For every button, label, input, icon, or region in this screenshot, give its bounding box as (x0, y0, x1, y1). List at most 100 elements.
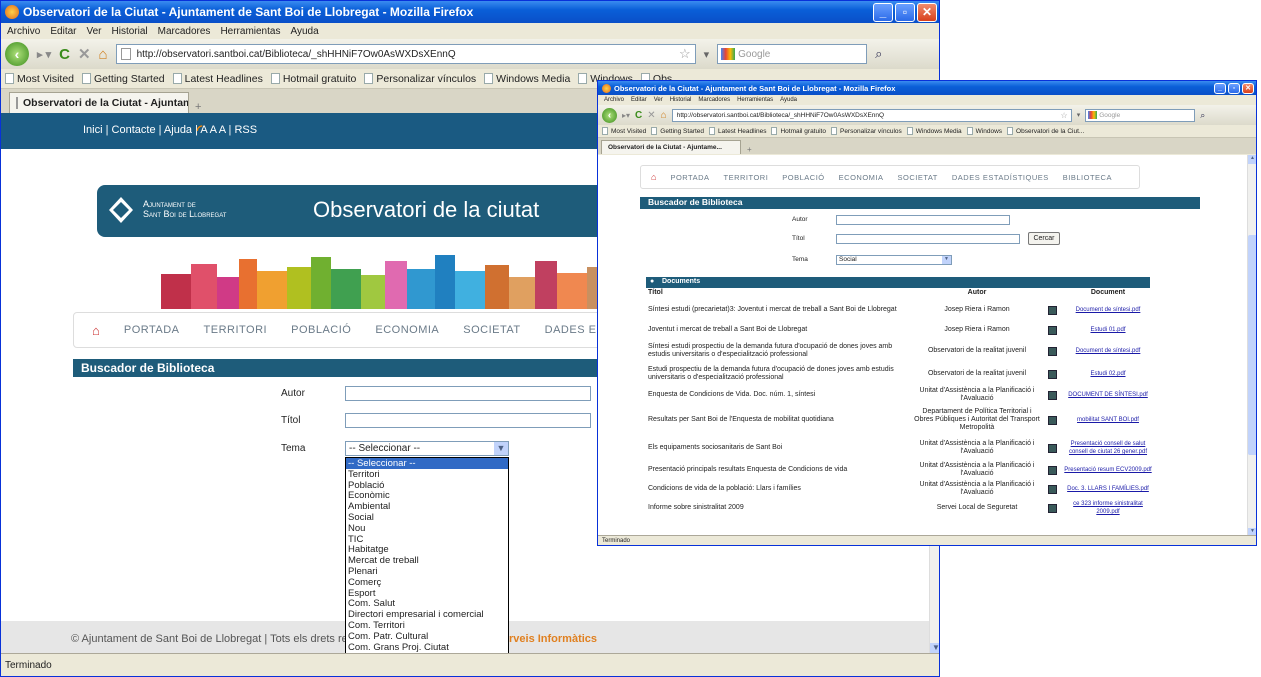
tab-observatori-front[interactable]: Observatori de la Ciutat - Ajuntame... (601, 140, 741, 154)
nav-economia[interactable]: ECONOMIA (375, 324, 439, 336)
save-disk-icon[interactable] (1042, 484, 1062, 494)
menu-item[interactable]: Ayuda (780, 97, 797, 103)
new-tab-button[interactable]: + (189, 101, 207, 113)
dropdown-option[interactable]: Com. Salut (346, 598, 508, 609)
menu-item[interactable]: Marcadores (698, 97, 730, 103)
cercar-button[interactable]: Cercar (1028, 232, 1060, 245)
dropdown-option[interactable]: Directori empresarial i comercial (346, 609, 508, 620)
menu-item[interactable]: Marcadores (158, 26, 211, 37)
new-tab-button[interactable]: + (741, 145, 758, 154)
menu-item[interactable]: Historial (670, 97, 692, 103)
save-disk-icon[interactable] (1042, 325, 1062, 335)
dropdown-option[interactable]: Esport (346, 588, 508, 599)
dropdown-option[interactable]: Com. Territori (346, 620, 508, 631)
nav-territori[interactable]: TERRITORI (204, 324, 268, 336)
doc-link[interactable]: Estudi 01.pdf (1062, 326, 1154, 334)
bookmark-item[interactable]: Personalizar vínculos (364, 73, 476, 85)
doc-link[interactable]: Presentació resum ECV2009.pdf (1062, 466, 1154, 474)
dropdown-option[interactable]: Com. Grans Proj. Ciutat (346, 642, 508, 653)
doc-link[interactable]: DOCUMENT DE SÍNTESI.pdf (1062, 391, 1154, 399)
minimize-button[interactable]: _ (873, 2, 893, 22)
search-input[interactable]: Google (717, 44, 868, 64)
tema-dropdown-list[interactable]: -- Seleccionar -- Territori Població Econòm… (345, 457, 509, 676)
search-input-front[interactable]: Google (1085, 108, 1196, 122)
close-button[interactable]: ✕ (917, 2, 937, 22)
doc-link[interactable]: Document de síntesi.pdf (1062, 347, 1154, 355)
scroll-thumb[interactable] (1248, 235, 1256, 455)
url-bar[interactable]: http://observatori.santboi.cat/Bibliotec… (115, 44, 696, 64)
back-button[interactable]: ‹ (602, 107, 617, 123)
bookmark-item[interactable]: Hotmail gratuito (270, 73, 356, 85)
dropdown-icon[interactable]: ▾ (1077, 111, 1081, 119)
titol-input[interactable] (345, 413, 591, 428)
nav-territori[interactable]: TERRITORI (724, 173, 769, 182)
bookmark-item[interactable]: Hotmail gratuito (771, 127, 826, 135)
search-icon[interactable]: ⌕ (875, 46, 882, 62)
bookmark-item[interactable]: Most Visited (602, 127, 646, 135)
save-disk-icon[interactable] (1042, 503, 1062, 513)
doc-link[interactable]: Estudi 02.pdf (1062, 370, 1154, 378)
titol-input[interactable] (836, 234, 1020, 244)
nav-poblacio[interactable]: POBLACIÓ (291, 324, 351, 336)
menu-item[interactable]: Historial (112, 26, 148, 37)
bookmark-star-icon[interactable]: ☆ (1061, 111, 1071, 120)
dropdown-option[interactable]: Com. Patr. Cultural (346, 631, 508, 642)
url-bar-front[interactable]: http://observatori.santboi.cat/Bibliotec… (671, 108, 1072, 122)
stop-icon[interactable]: ✕ (647, 110, 655, 121)
menu-item[interactable]: Archivo (7, 26, 40, 37)
dropdown-option[interactable]: Ambiental (346, 501, 508, 512)
bookmark-item[interactable]: Latest Headlines (709, 127, 766, 135)
dropdown-option[interactable]: Territori (346, 469, 508, 480)
nav-portada[interactable]: PORTADA (124, 324, 180, 336)
dropdown-option[interactable]: Plenari (346, 566, 508, 577)
bookmark-item[interactable]: Getting Started (82, 73, 165, 85)
home-nav-icon[interactable]: ⌂ (92, 323, 100, 338)
menu-item[interactable]: Editar (50, 26, 76, 37)
tema-select[interactable]: Social ▼ (836, 255, 952, 265)
autor-input[interactable] (345, 386, 591, 401)
save-disk-icon[interactable] (1042, 390, 1062, 400)
vertical-scrollbar[interactable]: ▲ ▼ (1247, 155, 1256, 537)
chevron-down-icon[interactable]: ▼ (494, 442, 508, 455)
save-disk-icon[interactable] (1042, 443, 1062, 453)
home-nav-icon[interactable]: ⌂ (651, 172, 656, 182)
tema-select[interactable]: -- Seleccionar -- ▼ (345, 441, 509, 456)
window-titlebar-front[interactable]: Observatori de la Ciutat - Ajuntament de… (598, 81, 1256, 95)
save-disk-icon[interactable] (1042, 346, 1062, 356)
home-icon[interactable]: ⌂ (99, 46, 108, 63)
nav-portada[interactable]: PORTADA (670, 173, 709, 182)
menu-item[interactable]: Ver (86, 26, 101, 37)
maximize-button[interactable]: ▫ (1228, 82, 1240, 94)
reload-icon[interactable]: C (59, 46, 70, 63)
save-disk-icon[interactable] (1042, 465, 1062, 475)
forward-dropdown-icon[interactable]: ▸▾ (622, 111, 630, 120)
bookmark-item[interactable]: Personalizar vínculos (830, 127, 902, 135)
tab-observatori[interactable]: Observatori de la Ciutat - Ajuntame... (9, 92, 189, 113)
menu-item[interactable]: Editar (631, 97, 647, 103)
menu-item[interactable]: Ver (654, 97, 663, 103)
autor-input[interactable] (836, 215, 1010, 225)
save-disk-icon[interactable] (1042, 415, 1062, 425)
dropdown-option[interactable]: TIC (346, 534, 508, 545)
menu-item[interactable]: Ayuda (290, 26, 318, 37)
save-disk-icon[interactable] (1042, 305, 1062, 315)
bookmark-item[interactable]: Windows Media (906, 127, 962, 135)
doc-link[interactable]: mobilitat SANT BOI.pdf (1062, 416, 1154, 424)
menu-item[interactable]: Herramientas (220, 26, 280, 37)
nav-dades[interactable]: DADES ESTADÍSTIQUES (952, 173, 1049, 182)
window-titlebar[interactable]: Observatori de la Ciutat - Ajuntament de… (1, 1, 939, 23)
forward-dropdown-icon[interactable]: ▸ ▾ (37, 48, 51, 61)
nav-poblacio[interactable]: POBLACIÓ (782, 173, 824, 182)
save-disk-icon[interactable] (1042, 369, 1062, 379)
reload-icon[interactable]: C (635, 110, 642, 121)
back-button[interactable]: ‹ (5, 42, 29, 66)
nav-societat[interactable]: SOCIETAT (463, 324, 520, 336)
menu-item[interactable]: Archivo (604, 97, 624, 103)
bookmark-item[interactable]: Windows Media (484, 73, 570, 85)
doc-link[interactable]: ce 323 informe sinistralitat 2009.pdf (1062, 500, 1154, 516)
dropdown-icon[interactable]: ▾ (704, 48, 710, 61)
bookmark-star-icon[interactable]: ☆ (679, 46, 695, 62)
bookmark-item[interactable]: Windows (966, 127, 1002, 135)
dropdown-option[interactable]: Nou (346, 523, 508, 534)
chevron-down-icon[interactable]: ▼ (942, 256, 951, 264)
